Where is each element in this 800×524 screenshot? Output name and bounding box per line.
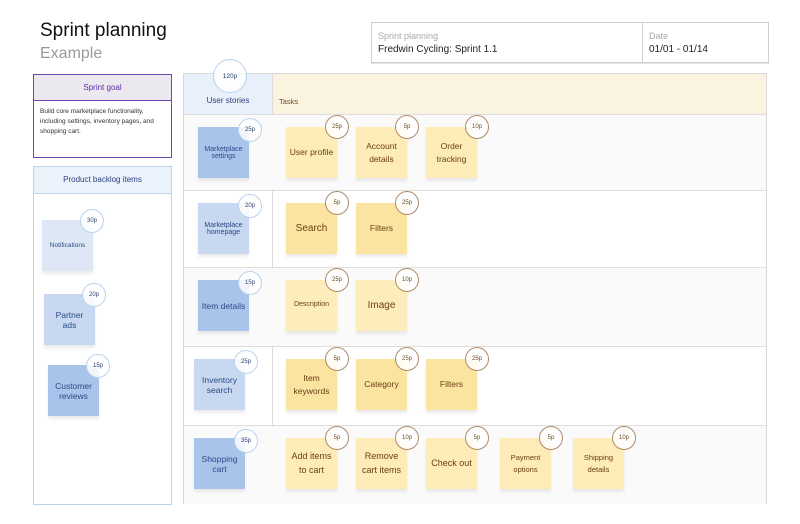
page-title: Sprint planning bbox=[40, 20, 167, 41]
task-label: Account details bbox=[366, 140, 397, 164]
task-points-badge: 25p bbox=[395, 347, 419, 371]
backlog-item-points-badge: 30p bbox=[80, 209, 104, 233]
task-label: Payment options bbox=[510, 453, 541, 474]
task-label: Image bbox=[367, 300, 396, 311]
user-story-points-badge: 25p bbox=[234, 350, 258, 374]
board-row bbox=[184, 267, 766, 347]
task-points-badge: 5p bbox=[465, 426, 489, 450]
task-points-badge: 5p bbox=[325, 347, 349, 371]
backlog-item-label: Partner ads bbox=[55, 309, 84, 330]
sprint-board: User stories Tasks Marketplace settings 2… bbox=[183, 73, 767, 504]
backlog-item-points-badge: 20p bbox=[82, 283, 106, 307]
task-points-badge: 25p bbox=[325, 115, 349, 139]
board-row bbox=[184, 190, 766, 268]
user-story-label: Shopping cart bbox=[201, 453, 238, 474]
task-label: User profile bbox=[289, 147, 334, 158]
sprint-goal-text[interactable]: Build core marketplace functionality, in… bbox=[34, 101, 171, 143]
user-story-points-badge: 35p bbox=[234, 429, 258, 453]
date-cell: Date 01/01 - 01/14 bbox=[643, 23, 768, 62]
task-label: Add items to cart bbox=[291, 451, 332, 475]
user-story-points-badge: 20p bbox=[238, 194, 262, 218]
task-label: Category bbox=[364, 379, 399, 390]
date-label: Date bbox=[649, 31, 669, 41]
task-points-badge: 25p bbox=[325, 268, 349, 292]
task-label: Shipping details bbox=[583, 453, 614, 474]
total-points-badge: 120p bbox=[213, 59, 247, 93]
backlog-item-label: Customer reviews bbox=[55, 380, 92, 401]
sprint-goal-heading: Sprint goal bbox=[34, 75, 171, 101]
user-story-label: Item details bbox=[201, 300, 246, 311]
task-points-badge: 5p bbox=[539, 426, 563, 450]
user-story-label: Inventory search bbox=[202, 374, 237, 395]
task-points-badge: 5p bbox=[325, 191, 349, 215]
tasks-header-label: Tasks bbox=[279, 97, 299, 106]
sprint-goal-panel: Sprint goal Build core marketplace funct… bbox=[33, 74, 172, 158]
task-points-badge: 5p bbox=[395, 115, 419, 139]
user-story-label: Marketplace settings bbox=[204, 145, 243, 160]
task-label: Order tracking bbox=[436, 140, 467, 164]
sprint-info-box: Sprint planning Fredwin Cycling: Sprint … bbox=[371, 22, 769, 63]
project-value[interactable]: Fredwin Cycling: Sprint 1.1 bbox=[378, 44, 498, 55]
backlog-item-points-badge: 15p bbox=[86, 354, 110, 378]
task-points-badge: 10p bbox=[395, 268, 419, 292]
task-points-badge: 25p bbox=[395, 191, 419, 215]
task-label: Description bbox=[293, 301, 329, 309]
task-label: Filters bbox=[369, 223, 394, 234]
tasks-header: Tasks bbox=[273, 74, 766, 114]
product-backlog-heading: Product backlog items bbox=[34, 167, 171, 194]
page-subtitle: Example bbox=[40, 45, 103, 62]
task-label: Filters bbox=[439, 379, 464, 390]
task-points-badge: 10p bbox=[465, 115, 489, 139]
task-label: Search bbox=[295, 223, 328, 234]
backlog-item-label: Notifications bbox=[49, 242, 86, 249]
task-points-badge: 10p bbox=[612, 426, 636, 450]
user-story-points-badge: 15p bbox=[238, 271, 262, 295]
project-label: Sprint planning bbox=[378, 31, 439, 41]
task-label: Item keywords bbox=[293, 372, 330, 396]
user-stories-header-label: User stories bbox=[206, 96, 250, 105]
user-story-points-badge: 25p bbox=[238, 118, 262, 142]
task-label: Check out bbox=[431, 457, 472, 468]
task-points-badge: 5p bbox=[325, 426, 349, 450]
task-points-badge: 10p bbox=[395, 426, 419, 450]
task-points-badge: 25p bbox=[465, 347, 489, 371]
user-story-label: Marketplace homepage bbox=[204, 221, 243, 236]
project-cell: Sprint planning Fredwin Cycling: Sprint … bbox=[372, 23, 643, 62]
task-label: Remove cart items bbox=[361, 451, 401, 475]
date-value[interactable]: 01/01 - 01/14 bbox=[649, 44, 708, 55]
